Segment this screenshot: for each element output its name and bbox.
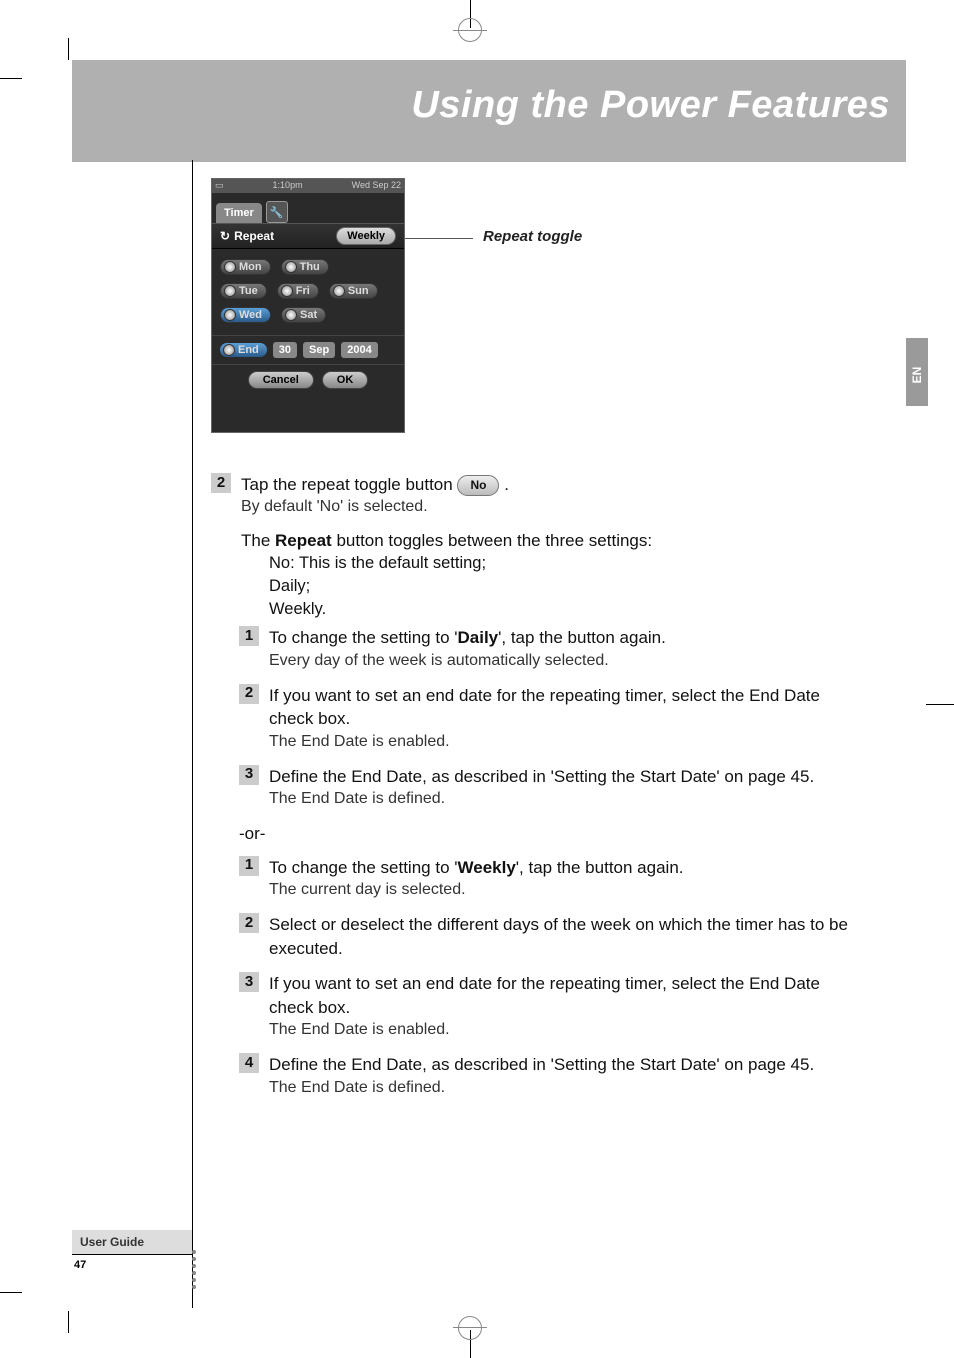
no-pill-icon: No [457, 475, 499, 496]
battery-icon: ▭ [215, 180, 224, 192]
day-sat[interactable]: Sat [281, 307, 326, 323]
day-mon[interactable]: Mon [220, 259, 271, 275]
step2-subnote: By default 'No' is selected. [241, 496, 856, 518]
step2-text: Tap the repeat toggle button [241, 475, 457, 494]
substep-number: 1 [239, 856, 259, 876]
repeat-option-daily: Daily; [269, 575, 856, 598]
user-guide-label: User Guide [72, 1230, 192, 1254]
footer: User Guide 47 [72, 1230, 192, 1292]
substep-number: 2 [239, 913, 259, 933]
substep-number: 3 [239, 972, 259, 992]
substep-number: 4 [239, 1053, 259, 1073]
callout-repeat-toggle: Repeat toggle [483, 228, 582, 245]
day-tue[interactable]: Tue [220, 283, 267, 299]
repeat-icon: ↻ [220, 229, 230, 243]
language-tab: EN [906, 338, 928, 406]
tab-tools-icon[interactable]: 🔧 [266, 201, 288, 223]
tab-timer[interactable]: Timer [216, 203, 262, 223]
page-title: Using the Power Features [411, 84, 890, 127]
end-day[interactable]: 30 [273, 342, 297, 358]
or-separator: -or- [239, 822, 856, 845]
end-date-checkbox[interactable]: End [220, 343, 267, 357]
status-date: Wed Sep 22 [352, 180, 401, 192]
timer-screen-mock: ▭ 1:10pm Wed Sep 22 Timer 🔧 ↻ Repeat Wee… [211, 178, 405, 433]
status-time: 1:10pm [273, 180, 303, 192]
cancel-button[interactable]: Cancel [248, 371, 314, 389]
day-fri[interactable]: Fri [277, 283, 319, 299]
substep-number: 1 [239, 626, 259, 646]
end-month[interactable]: Sep [303, 342, 335, 358]
page-number: 47 [72, 1255, 88, 1275]
ok-button[interactable]: OK [322, 371, 369, 389]
repeat-option-no: No: This is the default setting; [269, 552, 856, 575]
header-band: Using the Power Features [72, 60, 906, 162]
substep-number: 3 [239, 765, 259, 785]
day-thu[interactable]: Thu [281, 259, 329, 275]
step-number: 2 [211, 473, 231, 493]
repeat-toggle-button[interactable]: Weekly [336, 227, 396, 245]
day-wed[interactable]: Wed [220, 307, 271, 323]
day-sun[interactable]: Sun [329, 283, 378, 299]
repeat-label: ↻ Repeat [220, 229, 274, 243]
end-year[interactable]: 2004 [341, 342, 377, 358]
substep-number: 2 [239, 684, 259, 704]
repeat-option-weekly: Weekly. [269, 598, 856, 621]
